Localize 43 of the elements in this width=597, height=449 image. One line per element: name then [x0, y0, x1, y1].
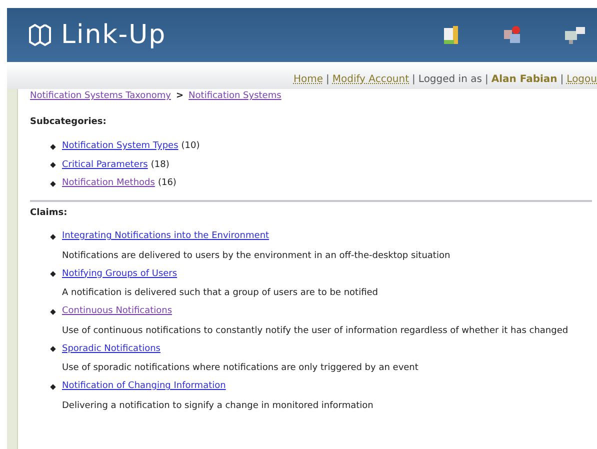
claim-link[interactable]: Continuous Notifications	[62, 305, 172, 318]
login-status: Logged in as	[418, 73, 482, 87]
user-name: Alan Fabian	[491, 73, 558, 87]
computer-icon[interactable]	[563, 24, 587, 46]
logo-text: Link-Up	[61, 22, 166, 48]
document-icon[interactable]	[441, 24, 461, 46]
claim-description: A notification is delivered such that a group of users are to be notified	[61, 287, 379, 300]
claim-link[interactable]: Notification of Changing Information	[62, 380, 226, 394]
breadcrumb-separator: >	[176, 90, 184, 103]
link-separator: |	[324, 73, 330, 87]
bullet-icon	[50, 180, 56, 187]
logo-icon	[27, 22, 53, 48]
subcategory-link[interactable]: Critical Parameters	[62, 158, 148, 172]
link-separator: |	[411, 73, 416, 87]
section-heading: Claims:	[30, 206, 68, 220]
subcategory-link[interactable]: Notification Methods	[62, 177, 155, 190]
bullet-icon	[50, 271, 56, 278]
link-separator: |	[559, 73, 565, 87]
item-count: (18)	[150, 158, 170, 172]
claim-link[interactable]: Notifying Groups of Users	[62, 268, 178, 281]
bullet-icon	[50, 384, 56, 390]
bullet-icon	[50, 144, 56, 150]
claim-description: Use of sporadic notifications where notifications are only triggered by an event	[61, 362, 420, 375]
account-link[interactable]: Modify Account	[332, 72, 410, 87]
breadcrumb-link[interactable]: Notification Systems Taxonomy	[30, 90, 171, 104]
item-count: (16)	[158, 177, 176, 190]
claim-link[interactable]: Integrating Notifications into the Environment	[62, 230, 270, 244]
bullet-icon	[50, 234, 56, 240]
bullet-icon	[50, 308, 56, 315]
claim-description: Use of continuous notifications to constantly notify the user of information regardless of whether it has changed	[61, 324, 570, 338]
claim-link[interactable]: Sporadic Notifications	[62, 342, 160, 356]
account-link[interactable]: Logou	[566, 72, 597, 87]
claim-description: Notifications are delivered to users by the environment in an off-the-desktop situation	[61, 250, 452, 262]
subcategory-link[interactable]: Notification System Types	[62, 140, 178, 154]
bullet-icon	[50, 162, 56, 168]
link-separator: |	[484, 73, 490, 87]
people-icon[interactable]	[501, 24, 523, 46]
item-count: (10)	[181, 140, 200, 153]
claim-description: Delivering a notification to signify a change in monitored information	[61, 400, 374, 412]
breadcrumb-link[interactable]: Notification Systems	[188, 90, 282, 104]
section-heading: Subcategories:	[30, 116, 108, 128]
account-link[interactable]: Home	[293, 72, 323, 87]
bullet-icon	[50, 346, 56, 352]
